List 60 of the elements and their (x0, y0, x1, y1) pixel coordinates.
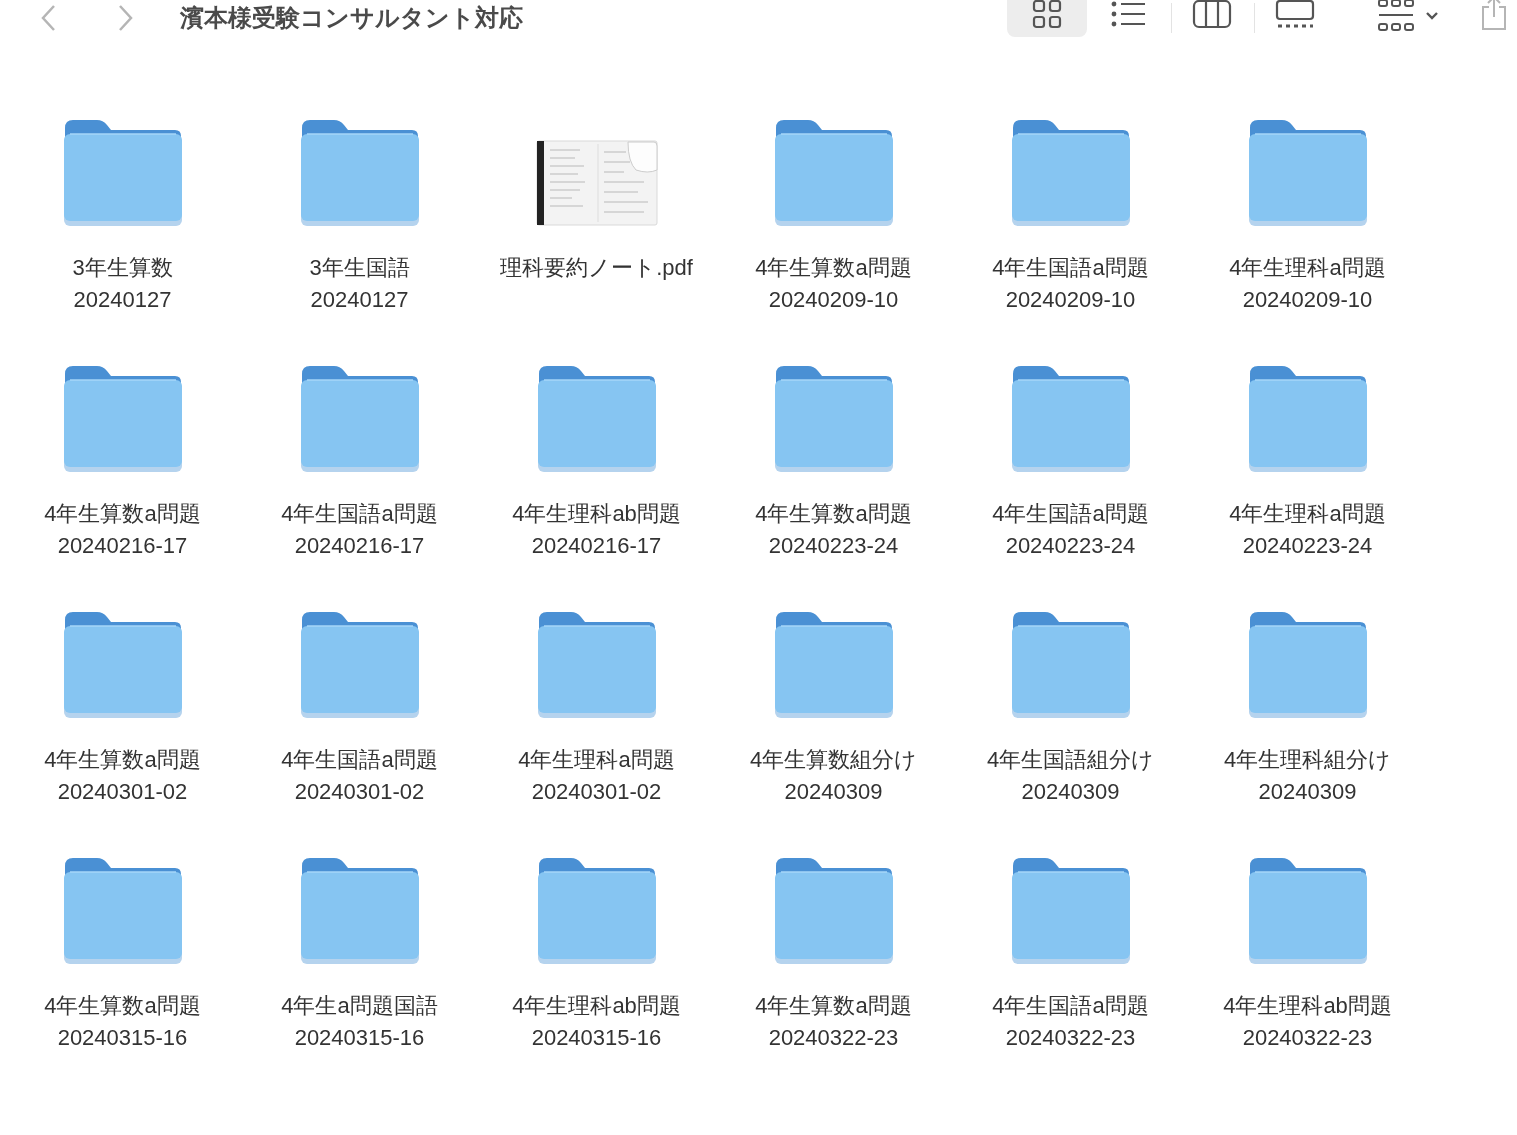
folder-icon (62, 612, 183, 718)
forward-chevron-icon (118, 4, 134, 32)
folder-icon (1247, 612, 1368, 718)
file-name: 4年生理科ab問題 20240216-17 (512, 500, 681, 560)
folder-icon (1010, 120, 1131, 226)
chevron-down-icon (1425, 10, 1439, 20)
folder-icon (1247, 366, 1368, 472)
file-name: 4年生a問題国語 20240315-16 (281, 992, 438, 1052)
file-name: 4年生理科a問題 20240209-10 (1229, 254, 1386, 314)
folder-icon (536, 858, 657, 964)
file-name: 4年生算数a問題 20240223-24 (755, 500, 912, 560)
folder-icon (1010, 612, 1131, 718)
folder-icon (773, 120, 894, 226)
folder-icon (773, 858, 894, 964)
share-icon (1479, 0, 1509, 31)
back-chevron-icon (40, 4, 56, 32)
file-name: 4年生理科組分け 20240309 (1223, 746, 1392, 806)
file-name: 4年生算数組分け 20240309 (749, 746, 918, 806)
file-name: 4年生理科a問題 20240223-24 (1229, 500, 1386, 560)
folder-icon (536, 366, 657, 472)
file-name: 4年生国語a問題 20240223-24 (992, 500, 1149, 560)
file-name: 4年生算数a問題 20240209-10 (755, 254, 912, 314)
gallery-view-icon (1275, 0, 1315, 29)
file-name: 4年生算数a問題 20240315-16 (44, 992, 201, 1052)
folder-icon (299, 858, 420, 964)
file-name: 4年生国語a問題 20240209-10 (992, 254, 1149, 314)
grid-view-icon (1031, 0, 1063, 30)
file-name: 4年生算数a問題 20240301-02 (44, 746, 201, 806)
window-title: 濱本様受験コンサルタント対応 (180, 3, 523, 33)
group-by-button[interactable] (1377, 0, 1439, 32)
file-name: 4年生国語組分け 20240309 (986, 746, 1155, 806)
folder-icon (1010, 366, 1131, 472)
list-view-icon (1111, 0, 1147, 28)
view-mode-button[interactable] (1007, 0, 1087, 37)
folder-icon (1247, 858, 1368, 964)
file-name: 4年生理科a問題 20240301-02 (518, 746, 675, 806)
group-grid-icon (1377, 0, 1415, 32)
file-name: 4年生理科ab問題 20240315-16 (512, 992, 681, 1052)
file-name: 4年生国語a問題 20240216-17 (281, 500, 438, 560)
notebook-pdf-thumbnail-icon (535, 140, 658, 226)
file-name: 4年生国語a問題 20240301-02 (281, 746, 438, 806)
folder-icon (62, 366, 183, 472)
folder-icon (62, 858, 183, 964)
file-name: 4年生国語a問題 20240322-23 (992, 992, 1149, 1052)
file-name: 4年生算数a問題 20240216-17 (44, 500, 201, 560)
file-name: 理科要約ノート.pdf (500, 254, 693, 282)
columns-view-icon (1192, 0, 1232, 29)
folder-icon (536, 612, 657, 718)
file-name: 3年生算数 20240127 (72, 254, 173, 314)
folder-icon (1247, 120, 1368, 226)
folder-icon (62, 120, 183, 226)
folder-icon (299, 366, 420, 472)
folder-icon (773, 612, 894, 718)
file-name: 4年生理科ab問題 20240322-23 (1223, 992, 1392, 1052)
folder-icon (1010, 858, 1131, 964)
file-name: 4年生算数a問題 20240322-23 (755, 992, 912, 1052)
folder-icon (299, 120, 420, 226)
file-name: 3年生国語 20240127 (309, 254, 410, 314)
folder-icon (299, 612, 420, 718)
folder-icon (773, 366, 894, 472)
